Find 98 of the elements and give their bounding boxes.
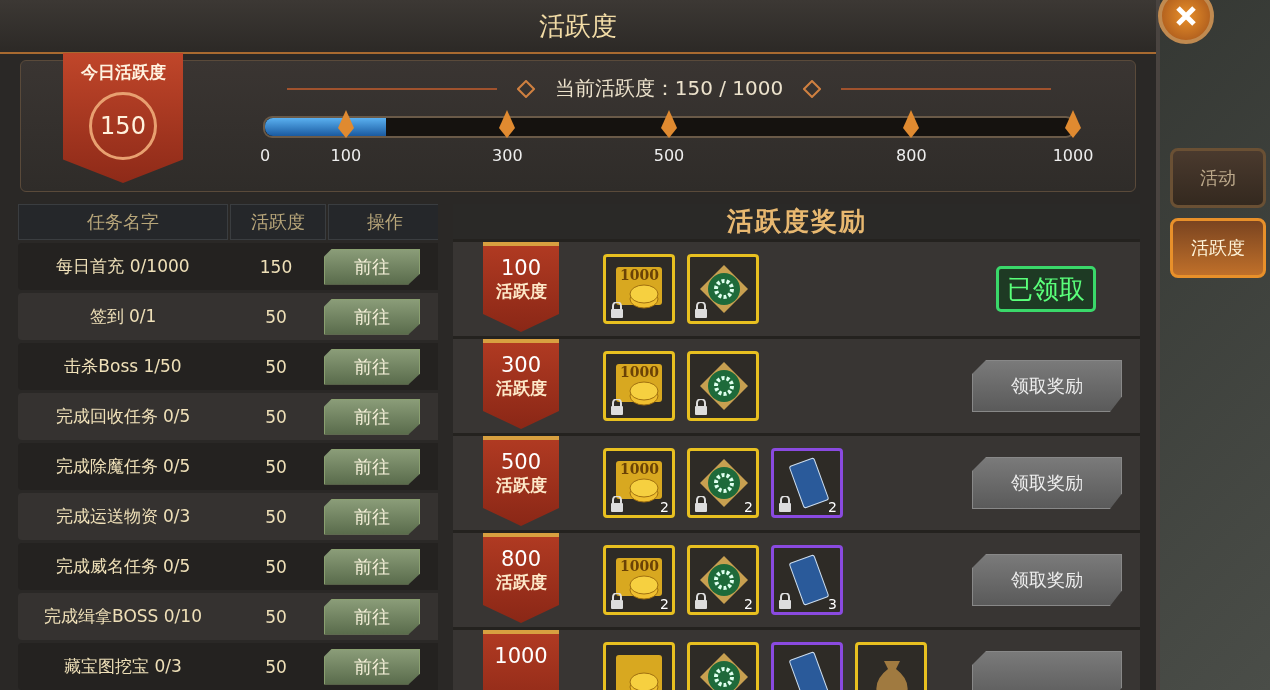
milestone-value: 1000 xyxy=(494,644,548,668)
lock-icon xyxy=(778,593,792,609)
task-points: 50 xyxy=(264,456,288,477)
gear-token-icon xyxy=(698,263,750,315)
tick-label: 300 xyxy=(492,146,523,165)
tick-label: 500 xyxy=(653,146,685,165)
tick-label: 100 xyxy=(330,146,362,165)
go-button[interactable]: 前往 xyxy=(324,498,420,535)
milestone-value: 500 xyxy=(500,450,542,474)
task-points: 50 xyxy=(264,306,288,327)
task-name: 签到 0/1 xyxy=(88,305,158,328)
claim-button[interactable]: 领取奖励 xyxy=(972,360,1122,412)
gear-token-icon xyxy=(698,360,750,412)
item-count: 2 xyxy=(828,499,837,515)
go-button[interactable]: 前往 xyxy=(324,398,420,435)
item-count: 3 xyxy=(828,596,837,612)
item-slot[interactable]: 1000 2 xyxy=(603,545,675,615)
item-slot[interactable]: 2 xyxy=(687,448,759,518)
arrow-marker-icon xyxy=(659,110,679,138)
claim-button[interactable]: 领取奖励 xyxy=(972,554,1122,606)
task-name: 完成威名任务 0/5 xyxy=(54,555,192,578)
badge-label: 今日活跃度 xyxy=(80,61,166,84)
rewards-title: 活跃度奖励 xyxy=(453,204,1140,239)
badge-value: 150 xyxy=(100,112,146,140)
item-count: 2 xyxy=(744,499,753,515)
claim-button[interactable]: 领取奖励 xyxy=(972,457,1122,509)
task-name: 完成回收任务 0/5 xyxy=(54,405,192,428)
progress-caption: 当前活跃度：150 / 1000 xyxy=(554,75,784,102)
tick-label: 1000 xyxy=(1052,146,1094,165)
milestone-unit: 活跃度 xyxy=(495,377,547,400)
item-value-text: 1000 xyxy=(620,364,659,380)
go-button[interactable]: 前往 xyxy=(324,248,420,285)
lock-icon xyxy=(694,593,708,609)
column-header: 活跃度 xyxy=(230,204,326,240)
column-header: 操作 xyxy=(328,204,438,240)
lock-icon xyxy=(778,496,792,512)
close-icon xyxy=(1174,4,1198,28)
go-button[interactable]: 前往 xyxy=(324,598,420,635)
lock-icon xyxy=(694,496,708,512)
arrow-marker-icon xyxy=(901,110,922,138)
milestone-unit: 活跃度 xyxy=(495,280,547,303)
item-slot[interactable]: 1000 xyxy=(603,351,675,421)
item-slot[interactable]: 1000 xyxy=(603,254,675,324)
lock-icon xyxy=(610,593,624,609)
task-points: 50 xyxy=(264,656,288,677)
task-name: 藏宝图挖宝 0/3 xyxy=(63,655,183,678)
task-points: 50 xyxy=(264,556,288,577)
milestone-unit: 活跃度 xyxy=(495,571,547,594)
item-value-text: 1000 xyxy=(620,461,659,477)
go-button[interactable]: 前往 xyxy=(324,448,420,485)
arrow-marker-icon xyxy=(335,110,356,138)
go-button[interactable]: 前往 xyxy=(324,648,420,685)
task-name: 击杀Boss 1/50 xyxy=(63,355,183,378)
task-points: 50 xyxy=(264,606,288,627)
item-count: 2 xyxy=(660,596,669,612)
side-tab[interactable]: 活跃度 xyxy=(1170,218,1266,278)
item-slot[interactable] xyxy=(687,254,759,324)
lock-icon xyxy=(610,496,624,512)
task-points: 150 xyxy=(258,256,294,277)
lock-icon xyxy=(610,302,624,318)
task-points: 50 xyxy=(264,406,288,427)
go-button[interactable]: 前往 xyxy=(324,298,420,335)
window-title: 活跃度 xyxy=(539,9,617,43)
lock-icon xyxy=(694,302,708,318)
item-count: 2 xyxy=(744,596,753,612)
task-points: 50 xyxy=(264,506,288,527)
claimed-status: 已领取 xyxy=(996,266,1096,312)
item-slot[interactable]: 2 xyxy=(687,545,759,615)
milestone-value: 300 xyxy=(500,353,542,377)
item-slot[interactable]: 2 xyxy=(771,448,843,518)
lock-icon xyxy=(694,399,708,415)
item-value-text: 1000 xyxy=(620,267,659,283)
go-button[interactable]: 前往 xyxy=(324,348,420,385)
item-slot[interactable] xyxy=(687,351,759,421)
arrow-marker-icon xyxy=(497,110,518,138)
milestone-value: 800 xyxy=(500,547,542,571)
milestone-value: 100 xyxy=(500,256,542,280)
diamond-icon xyxy=(516,79,535,98)
lock-icon xyxy=(610,399,624,415)
item-slot[interactable]: 3 xyxy=(771,545,843,615)
task-points: 50 xyxy=(264,356,288,377)
tick-label: 800 xyxy=(896,146,927,165)
item-slot[interactable]: 1000 2 xyxy=(603,448,675,518)
item-count: 2 xyxy=(660,499,669,515)
go-button[interactable]: 前往 xyxy=(324,548,420,585)
side-tab[interactable]: 活动 xyxy=(1170,148,1266,208)
diamond-icon xyxy=(803,79,822,98)
task-name: 完成运送物资 0/3 xyxy=(54,505,192,528)
close-button[interactable] xyxy=(1158,0,1214,44)
arrow-marker-icon xyxy=(1063,110,1083,138)
tick-label: 0 xyxy=(259,146,271,165)
milestone-unit: 活跃度 xyxy=(495,474,547,497)
task-name: 完成除魔任务 0/5 xyxy=(54,455,192,478)
item-value-text: 1000 xyxy=(620,558,659,574)
gear-token-icon xyxy=(698,651,750,690)
task-name: 每日首充 0/1000 xyxy=(55,255,191,278)
task-name: 完成缉拿BOSS 0/10 xyxy=(43,605,203,628)
column-header: 任务名字 xyxy=(18,204,228,240)
